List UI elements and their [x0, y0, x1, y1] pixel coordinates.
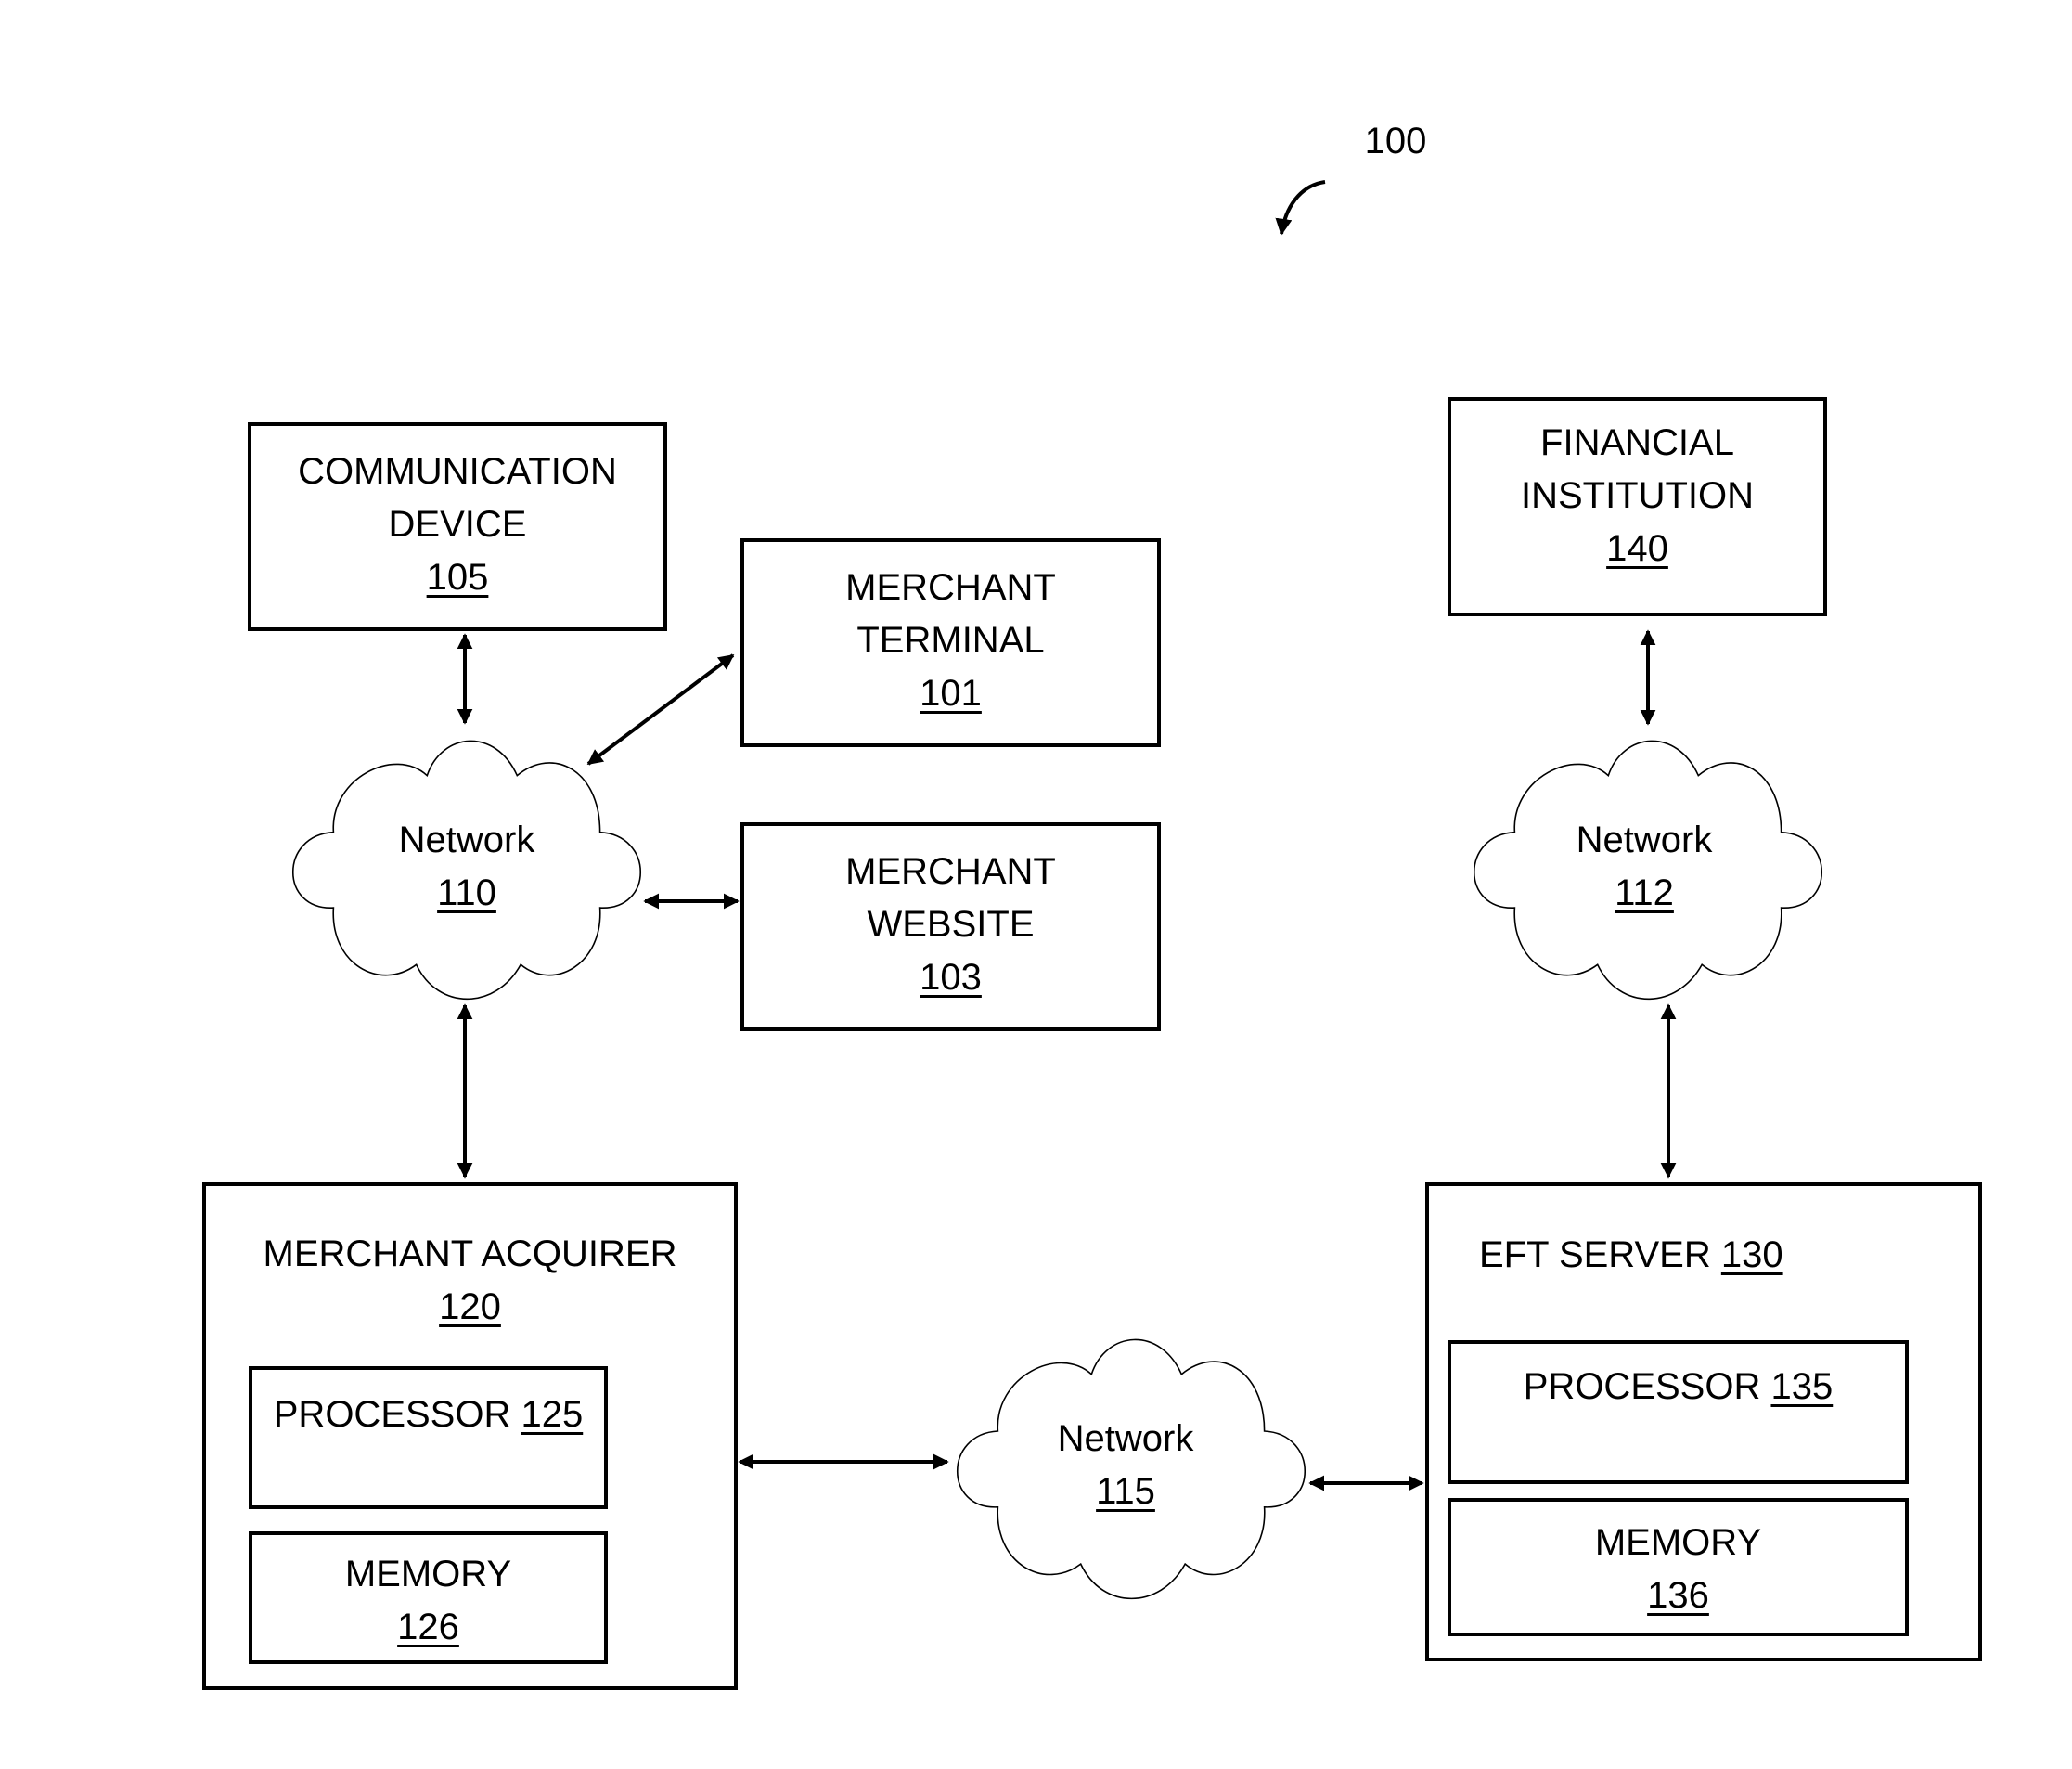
processor-125-box: PROCESSOR 125	[249, 1366, 608, 1509]
financial-institution-label-line1: FINANCIAL	[1540, 422, 1734, 463]
eft-server-ref: 130	[1720, 1234, 1783, 1275]
merchant-terminal-box: MERCHANT TERMINAL 101	[740, 538, 1161, 747]
processor-135-box: PROCESSOR 135	[1448, 1340, 1909, 1484]
processor-135-ref: 135	[1770, 1366, 1834, 1407]
merchant-website-label-line2: WEBSITE	[867, 904, 1035, 945]
merchant-acquirer-label: MERCHANT ACQUIRER	[263, 1233, 677, 1274]
memory-126-box: MEMORY 126	[249, 1531, 608, 1664]
communication-device-box: COMMUNICATION DEVICE 105	[248, 422, 667, 631]
network-110-label: Network 110	[374, 814, 560, 920]
communication-device-label-line2: DEVICE	[388, 504, 527, 545]
merchant-website-label-line1: MERCHANT	[845, 851, 1056, 892]
figure-reference-arrow	[1275, 180, 1326, 236]
memory-136-box: MEMORY 136	[1448, 1498, 1909, 1636]
network-115-label: Network 115	[1033, 1413, 1218, 1518]
memory-136-ref: 136	[1647, 1575, 1709, 1616]
financial-institution-box: FINANCIAL INSTITUTION 140	[1448, 397, 1827, 616]
memory-136-label: MEMORY	[1594, 1522, 1762, 1563]
merchant-terminal-label-line2: TERMINAL	[856, 620, 1045, 661]
processor-125-ref: 125	[521, 1394, 584, 1435]
processor-135-label: PROCESSOR	[1523, 1366, 1761, 1407]
memory-126-ref: 126	[397, 1607, 459, 1647]
financial-institution-ref: 140	[1606, 528, 1668, 569]
merchant-acquirer-ref: 120	[439, 1286, 501, 1327]
merchant-terminal-label-line1: MERCHANT	[845, 567, 1056, 608]
merchant-website-box: MERCHANT WEBSITE 103	[740, 822, 1161, 1031]
arrow-terminal-network110	[586, 653, 735, 766]
eft-server-label: EFT SERVER	[1479, 1234, 1711, 1275]
merchant-terminal-ref: 101	[920, 673, 982, 714]
financial-institution-label-line2: INSTITUTION	[1520, 475, 1755, 516]
eft-server-box: EFT SERVER 130 PROCESSOR 135 MEMORY 136	[1425, 1182, 1982, 1661]
merchant-website-ref: 103	[920, 957, 982, 998]
network-110-title: Network	[398, 820, 535, 860]
network-112-label: Network 112	[1551, 814, 1737, 920]
communication-device-label-line1: COMMUNICATION	[298, 451, 617, 492]
network-110-ref: 110	[437, 872, 496, 913]
network-115-title: Network	[1057, 1418, 1194, 1459]
processor-125-label: PROCESSOR	[273, 1394, 511, 1435]
communication-device-ref: 105	[426, 557, 489, 598]
network-115-ref: 115	[1096, 1471, 1155, 1512]
memory-126-label: MEMORY	[344, 1554, 512, 1595]
network-112-ref: 112	[1615, 872, 1674, 913]
merchant-acquirer-box: MERCHANT ACQUIRER 120 PROCESSOR 125 MEMO…	[202, 1182, 738, 1690]
figure-number: 100	[1364, 121, 1427, 161]
network-112-title: Network	[1576, 820, 1713, 860]
